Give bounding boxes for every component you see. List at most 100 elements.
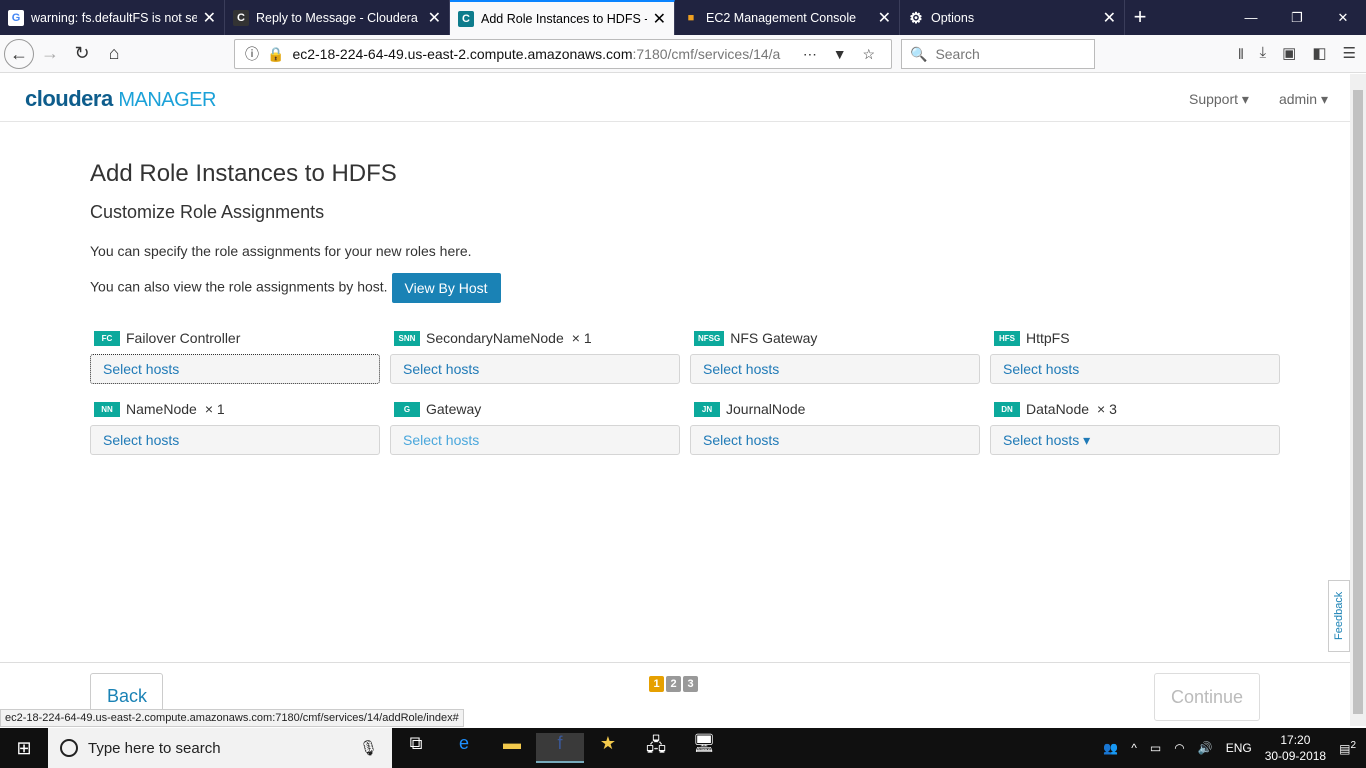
info-icon[interactable]: ⓘ: [245, 44, 259, 64]
wizard-steps: 123: [649, 676, 698, 692]
role-name: NameNode: [126, 401, 197, 417]
microphone-icon[interactable]: 🎙: [359, 739, 378, 757]
select-hosts-button[interactable]: Select hosts: [90, 354, 380, 384]
close-window-button[interactable]: ✕: [1320, 0, 1366, 35]
remote-desktop-icon[interactable]: 🖥: [680, 733, 728, 763]
search-placeholder: Search: [935, 46, 980, 62]
volume-icon[interactable]: 🔊: [1198, 741, 1213, 755]
clock[interactable]: 17:20 30-09-2018: [1265, 732, 1326, 764]
forward-icon[interactable]: →: [34, 43, 66, 64]
role-badge: FC: [94, 330, 120, 346]
role-datanode: DN DataNode × 3 Select hosts ▾: [990, 398, 1280, 455]
app-header: cloudera MANAGER Support ▾ admin ▾: [0, 74, 1350, 122]
feedback-button[interactable]: Feedback: [1328, 580, 1350, 652]
close-icon[interactable]: ✕: [1103, 8, 1116, 28]
scrollbar[interactable]: [1350, 74, 1366, 726]
task-view-icon[interactable]: ⧉: [392, 733, 440, 763]
step-1: 1: [649, 676, 664, 692]
role-failover-controller: FC Failover Controller Select hosts: [90, 327, 380, 384]
continue-button[interactable]: Continue: [1154, 673, 1260, 721]
network-app-icon[interactable]: 🖧: [632, 733, 680, 763]
close-icon[interactable]: ✕: [428, 8, 441, 28]
minimize-button[interactable]: —: [1228, 0, 1274, 35]
taskbar: ⊞ Type here to search 🎙 ⧉ e ▬ f ★ 🖧 🖥 👥 ^ ▭ ◠ 🔊 ENG…: [0, 728, 1366, 768]
page-title: Add Role Instances to HDFS: [90, 160, 397, 187]
close-icon[interactable]: ✕: [878, 8, 891, 28]
taskbar-search-placeholder: Type here to search: [88, 739, 221, 757]
role-badge: HFS: [994, 330, 1020, 346]
file-explorer-icon[interactable]: ▬: [488, 733, 536, 763]
role-name: Gateway: [426, 401, 482, 417]
select-hosts-button[interactable]: Select hosts: [690, 425, 980, 455]
role-journalnode: JN JournalNode Select hosts: [690, 398, 980, 455]
view-by-host-button[interactable]: View By Host: [391, 273, 501, 303]
browser-tab-active[interactable]: C Add Role Instances to HDFS - C ✕: [450, 0, 675, 35]
home-icon[interactable]: ⌂: [98, 43, 130, 64]
taskbar-search[interactable]: Type here to search 🎙: [48, 728, 392, 768]
wifi-icon[interactable]: ◠: [1174, 741, 1184, 755]
chevron-up-icon[interactable]: ^: [1131, 741, 1137, 755]
back-icon[interactable]: ←: [4, 38, 34, 69]
role-badge: JN: [694, 401, 720, 417]
tab-title: Reply to Message - Cloudera Co: [256, 10, 422, 25]
maximize-button[interactable]: ❐: [1274, 0, 1320, 35]
close-icon[interactable]: ✕: [203, 8, 216, 28]
role-namenode: NN NameNode × 1 Select hosts: [90, 398, 380, 455]
admin-menu[interactable]: admin ▾: [1279, 91, 1328, 108]
menu-icon[interactable]: ☰: [1343, 44, 1356, 69]
role-grid: FC Failover Controller Select hosts SNN Seco…: [90, 327, 1280, 455]
select-hosts-button[interactable]: Select hosts ▾: [990, 425, 1280, 455]
page-actions-icons[interactable]: ⋯ ▼ ☆: [803, 46, 881, 63]
select-hosts-button[interactable]: Select hosts: [390, 425, 680, 455]
description: You can also view the role assignments b…: [90, 278, 388, 295]
support-menu[interactable]: Support ▾: [1189, 91, 1249, 108]
edge-icon[interactable]: e: [440, 733, 488, 763]
role-count: × 1: [571, 330, 592, 346]
tab-title: Options: [931, 10, 975, 25]
browser-tab[interactable]: ■ EC2 Management Console ✕: [675, 0, 900, 35]
cloudera-logo[interactable]: cloudera MANAGER: [25, 86, 216, 112]
url-bar[interactable]: ⓘ 🔒 ec2-18-224-64-49.us-east-2.compute.a…: [234, 39, 892, 69]
people-icon[interactable]: 👥: [1103, 741, 1118, 755]
page-subtitle: Customize Role Assignments: [90, 202, 325, 222]
select-hosts-button[interactable]: Select hosts: [390, 354, 680, 384]
role-httpfs: HFS HttpFS Select hosts: [990, 327, 1280, 384]
role-gateway: G Gateway Select hosts: [390, 398, 680, 455]
insecure-lock-icon: 🔒: [267, 45, 285, 62]
sidebar-icon[interactable]: ◧: [1312, 44, 1326, 69]
nav-bar: ← → ↻ ⌂ ⓘ 🔒 ec2-18-224-64-49.us-east-2.c…: [0, 35, 1366, 73]
role-badge: NN: [94, 401, 120, 417]
facebook-icon[interactable]: f: [536, 733, 584, 763]
download-icon[interactable]: ⤓: [1260, 44, 1267, 69]
aws-box-icon: ■: [687, 11, 695, 24]
select-hosts-button[interactable]: Select hosts: [690, 354, 980, 384]
role-name: DataNode: [1026, 401, 1090, 417]
role-name: Failover Controller: [126, 330, 241, 346]
browser-tab[interactable]: Gwarning: fs.defaultFS is not set ✕: [0, 0, 225, 35]
tab-bar: Gwarning: fs.defaultFS is not set ✕ C Repl…: [0, 0, 1366, 35]
role-count: × 3: [1097, 401, 1117, 417]
battery-icon[interactable]: ▭: [1150, 741, 1161, 755]
role-badge: NFSG: [694, 330, 725, 346]
role-nfs-gateway: NFSG NFS Gateway Select hosts: [690, 327, 980, 384]
new-tab-button[interactable]: +: [1125, 0, 1155, 35]
select-hosts-button[interactable]: Select hosts: [90, 425, 380, 455]
gear-icon: ⚙: [909, 9, 923, 27]
extension-icon[interactable]: ▣: [1282, 44, 1296, 69]
status-url: ec2-18-224-64-49.us-east-2.compute.amazo…: [0, 709, 464, 727]
library-icon[interactable]: 𝍪: [1238, 44, 1243, 69]
notifications-icon[interactable]: ▤2: [1339, 740, 1356, 756]
browser-tab[interactable]: C Reply to Message - Cloudera Co ✕: [225, 0, 450, 35]
search-input[interactable]: 🔍 Search: [901, 39, 1095, 69]
browser-tab[interactable]: ⚙ Options ✕: [900, 0, 1125, 35]
movie-app-icon[interactable]: ★: [584, 733, 632, 763]
select-hosts-button[interactable]: Select hosts: [990, 354, 1280, 384]
close-icon[interactable]: ✕: [653, 9, 666, 29]
url-host: ec2-18-224-64-49.us-east-2.compute.amazo…: [292, 46, 633, 62]
step-3: 3: [683, 676, 698, 692]
windows-start-icon[interactable]: ⊞: [0, 738, 48, 759]
role-badge: SNN: [394, 330, 420, 346]
reload-icon[interactable]: ↻: [66, 43, 98, 64]
role-secondarynamenode: SNN SecondaryNameNode × 1 Select hosts: [390, 327, 680, 384]
language-indicator[interactable]: ENG: [1226, 741, 1252, 755]
